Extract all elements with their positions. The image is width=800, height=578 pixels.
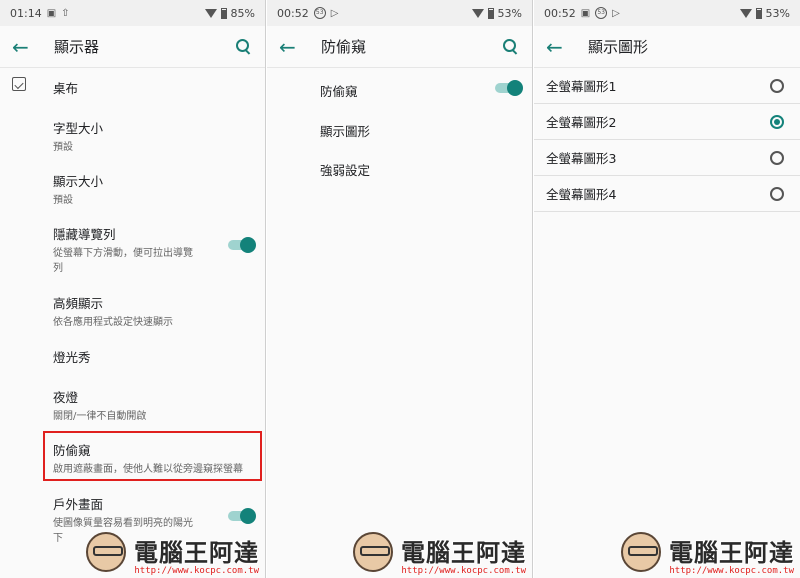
mascot-logo: [86, 532, 126, 572]
setting-title: 顯示大小: [53, 174, 104, 189]
search-icon[interactable]: [502, 38, 520, 56]
page-title: 顯示器: [54, 38, 100, 56]
privacy-screen-toggle[interactable]: [495, 80, 523, 96]
radio-option-4[interactable]: 全螢幕圖形4: [534, 176, 800, 212]
outdoor-mode-toggle[interactable]: [228, 508, 256, 524]
status-time: 00:52: [277, 6, 309, 20]
watermark: 電腦王阿達 http://www.kocpc.com.tw: [621, 532, 794, 576]
radio-option-2[interactable]: 全螢幕圖形2: [534, 104, 800, 140]
upload-icon: ⇧: [61, 7, 70, 19]
setting-title: 字型大小: [53, 121, 104, 136]
setting-title: 夜燈: [53, 390, 79, 405]
privacy-screen-panel: 00:52 53 ▷ 53% ← 防偷窺 防偷窺 顯示圖形 強弱設定 電腦王阿達…: [267, 0, 533, 578]
setting-wallpaper[interactable]: 桌布: [53, 78, 265, 97]
setting-hide-navbar[interactable]: 隱藏導覽列 從螢幕下方滑動，便可拉出導覽 列: [53, 224, 205, 276]
search-icon[interactable]: [235, 38, 253, 56]
mascot-logo: [621, 532, 661, 572]
setting-display-size[interactable]: 顯示大小 預設: [53, 171, 265, 208]
setting-font-size[interactable]: 字型大小 預設: [53, 118, 265, 155]
setting-title: 防偷窺: [53, 443, 91, 458]
hide-navbar-toggle[interactable]: [228, 237, 256, 253]
setting-title: 戶外畫面: [53, 497, 104, 512]
setting-title: 燈光秀: [53, 350, 91, 365]
battery-icon: [220, 7, 227, 19]
radio-label: 全螢幕圖形1: [546, 79, 617, 94]
status-bar: 00:52 ▣ 53 ▷ 53%: [534, 0, 800, 26]
page-title: 顯示圖形: [588, 38, 649, 56]
setting-summary: 關閉/一律不自動開啟: [53, 411, 147, 422]
wifi-icon: [204, 8, 217, 18]
setting-summary-cont: 列: [53, 263, 63, 274]
setting-privacy-screen[interactable]: 防偷窺 啟用遮蔽畫面，使他人難以從旁邊窺探螢幕: [53, 440, 265, 477]
play-store-icon: ▷: [612, 7, 620, 19]
back-arrow-icon[interactable]: ←: [546, 35, 576, 59]
watermark-text: 電腦王阿達: [669, 538, 794, 567]
display-settings-panel: 01:14 ▣ ⇧ 85% ← 顯示器 桌布 字型大小 預設 顯示大小 預設 隱…: [0, 0, 266, 578]
watermark: 電腦王阿達 http://www.kocpc.com.tw: [86, 532, 259, 576]
radio-button[interactable]: [770, 150, 784, 165]
watermark: 電腦王阿達 http://www.kocpc.com.tw: [353, 532, 526, 576]
radio-button[interactable]: [770, 78, 784, 93]
setting-title: 強弱設定: [320, 163, 371, 178]
battery-percent: 53%: [497, 6, 522, 20]
status-time: 01:14: [10, 6, 42, 20]
setting-summary: 啟用遮蔽畫面，使他人難以從旁邊窺探螢幕: [53, 464, 243, 475]
notification-badge: 53: [595, 7, 608, 19]
setting-summary: 預設: [53, 195, 73, 206]
setting-title: 隱藏導覽列: [53, 227, 116, 242]
setting-high-refresh[interactable]: 高頻顯示 依各應用程式設定快速顯示: [53, 293, 265, 330]
watermark-url: http://www.kocpc.com.tw: [401, 566, 526, 576]
radio-label: 全螢幕圖形3: [546, 151, 617, 166]
setting-privacy-toggle-row[interactable]: 防偷窺: [320, 81, 512, 100]
setting-summary: 預設: [53, 142, 73, 153]
wifi-icon: [471, 8, 484, 18]
setting-title: 桌布: [53, 81, 79, 96]
image-icon: ▣: [580, 7, 591, 19]
radio-label: 全螢幕圖形4: [546, 187, 617, 202]
setting-night-light[interactable]: 夜燈 關閉/一律不自動開啟: [53, 387, 265, 424]
setting-title: 防偷窺: [320, 84, 358, 99]
notification-badge: 53: [313, 7, 326, 19]
back-arrow-icon[interactable]: ←: [12, 35, 42, 59]
status-bar: 00:52 53 ▷ 53%: [267, 0, 532, 26]
battery-icon: [487, 7, 494, 19]
status-bar: 01:14 ▣ ⇧ 85%: [0, 0, 265, 26]
battery-percent: 53%: [765, 6, 790, 20]
wifi-icon: [739, 8, 752, 18]
play-store-icon: ▷: [330, 7, 339, 19]
radio-button[interactable]: [770, 186, 784, 201]
wallpaper-icon: [12, 77, 26, 91]
status-time: 00:52: [544, 6, 576, 20]
setting-strength[interactable]: 強弱設定: [320, 160, 532, 179]
watermark-url: http://www.kocpc.com.tw: [669, 566, 794, 576]
setting-display-pattern[interactable]: 顯示圖形: [320, 121, 532, 140]
mascot-logo: [353, 532, 393, 572]
battery-percent: 85%: [230, 6, 255, 20]
watermark-url: http://www.kocpc.com.tw: [134, 566, 259, 576]
watermark-text: 電腦王阿達: [401, 538, 526, 567]
app-bar: ← 防偷窺: [267, 26, 532, 68]
setting-title: 高頻顯示: [53, 296, 104, 311]
back-arrow-icon[interactable]: ←: [279, 35, 309, 59]
setting-light-show[interactable]: 燈光秀: [53, 347, 265, 366]
app-bar: ← 顯示圖形: [534, 26, 800, 68]
setting-summary: 依各應用程式設定快速顯示: [53, 317, 173, 328]
battery-icon: [755, 7, 762, 19]
radio-button-selected[interactable]: [770, 114, 784, 129]
notification-icon: ▣: [46, 7, 57, 19]
setting-summary: 使圖像質量容易看到明亮的陽光: [53, 518, 193, 529]
setting-title: 顯示圖形: [320, 124, 371, 139]
page-title: 防偷窺: [321, 38, 367, 56]
radio-option-1[interactable]: 全螢幕圖形1: [534, 68, 800, 104]
display-pattern-panel: 00:52 ▣ 53 ▷ 53% ← 顯示圖形 全螢幕圖形1 全螢幕圖形2 全螢…: [534, 0, 800, 578]
app-bar: ← 顯示器: [0, 26, 265, 68]
setting-summary: 從螢幕下方滑動，便可拉出導覽: [53, 248, 193, 259]
radio-label: 全螢幕圖形2: [546, 115, 617, 130]
watermark-text: 電腦王阿達: [134, 538, 259, 567]
radio-option-3[interactable]: 全螢幕圖形3: [534, 140, 800, 176]
